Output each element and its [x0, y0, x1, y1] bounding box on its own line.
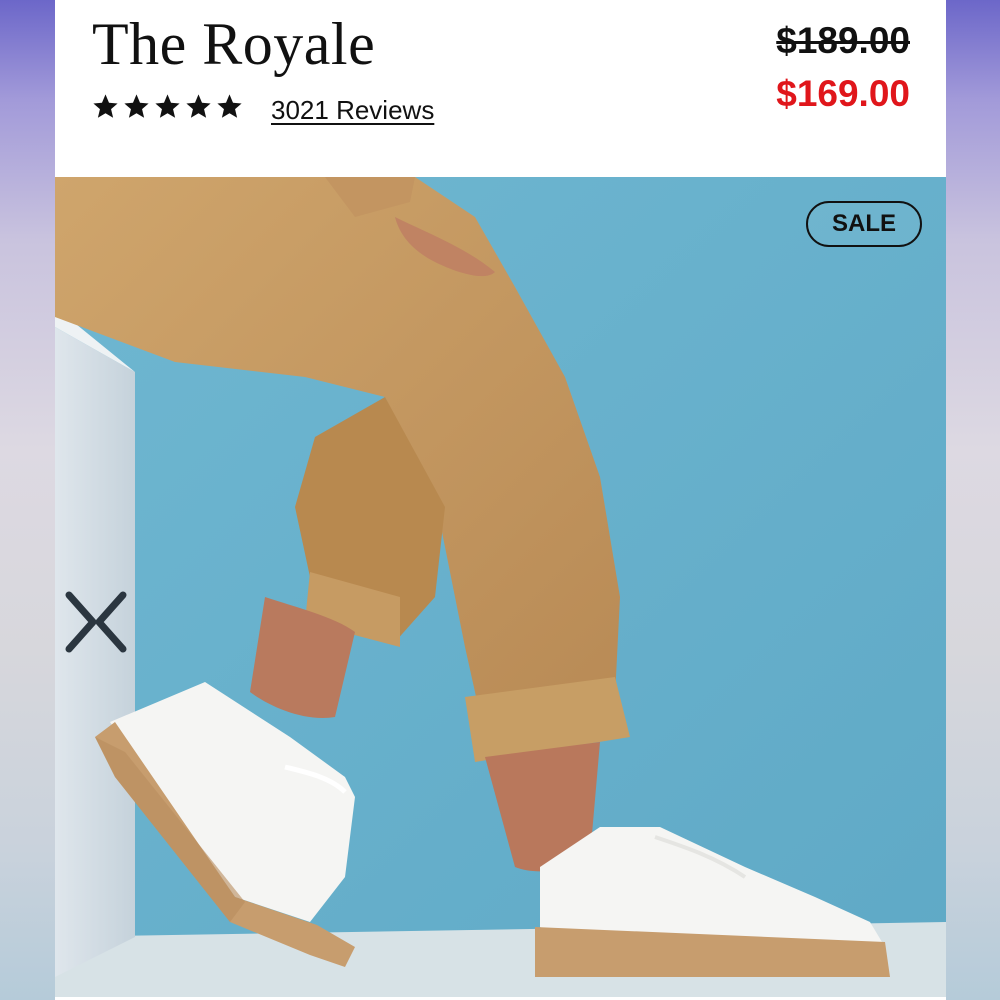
original-price: $189.00	[776, 20, 910, 61]
star-icon	[217, 94, 242, 118]
star-icon	[155, 94, 180, 118]
sale-price: $169.00	[776, 73, 910, 114]
star-icon	[124, 94, 149, 118]
sale-badge: SALE	[806, 201, 922, 247]
star-icon	[186, 94, 211, 118]
product-title: The Royale	[92, 11, 376, 77]
reviews-link[interactable]: 3021 Reviews	[271, 95, 434, 126]
product-card: The Royale 3021 Reviews $189.00 $169.00	[55, 0, 946, 1000]
product-photo	[55, 177, 946, 997]
rating-stars	[91, 92, 244, 121]
star-icon	[93, 94, 118, 118]
chevron-right-icon[interactable]	[55, 587, 103, 657]
product-image-carousel[interactable]: SALE	[55, 177, 946, 997]
